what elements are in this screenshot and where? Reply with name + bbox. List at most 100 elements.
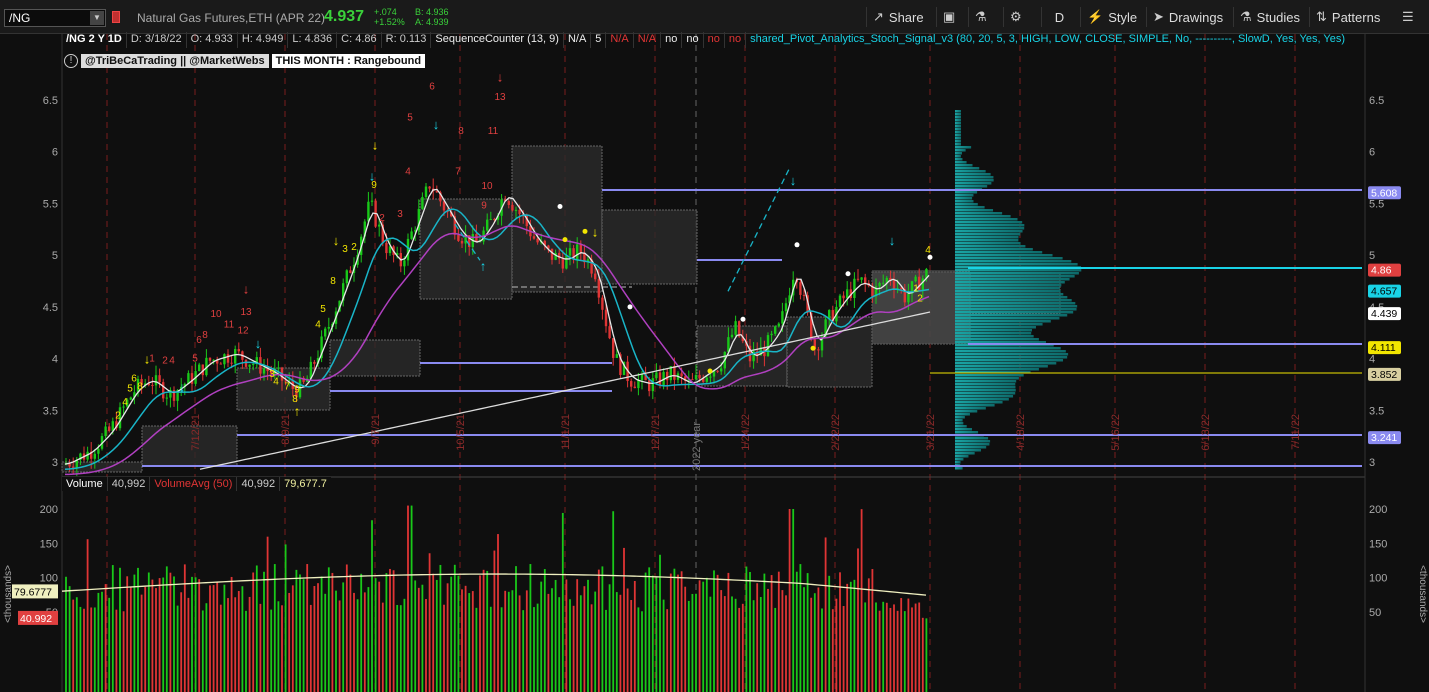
ask-value: A: 4.939	[415, 17, 449, 27]
volume-bar	[821, 608, 823, 692]
patterns-button[interactable]: ⇅ Patterns	[1309, 7, 1386, 27]
candle-body	[162, 382, 165, 399]
volume-bar	[709, 596, 712, 692]
volume-bar	[630, 600, 633, 692]
volume-bar	[641, 611, 643, 692]
profile-bar	[955, 269, 1082, 272]
counter-number: 6	[429, 82, 435, 93]
candle-body	[777, 323, 780, 327]
profile-bar	[955, 323, 1043, 326]
candle-body	[378, 224, 381, 227]
volume-bar	[817, 587, 820, 692]
volume-bar	[626, 588, 629, 692]
volume-bar	[425, 599, 427, 692]
study-value: no	[704, 32, 725, 48]
symbol-dropdown-icon[interactable]: ▼	[90, 11, 104, 25]
lab-button[interactable]: ⚗	[968, 7, 993, 27]
profile-bar	[955, 203, 978, 206]
volume-bar	[173, 576, 175, 692]
profile-bar	[955, 467, 963, 470]
volume-bar	[169, 572, 172, 692]
volume-bar	[918, 602, 921, 692]
candle-body	[648, 380, 651, 392]
signal-arrow-icon: ↓	[243, 281, 250, 296]
drawings-label: Drawings	[1168, 9, 1224, 25]
studies-button[interactable]: ⚗ Studies	[1233, 7, 1306, 27]
volume-bar	[835, 598, 838, 692]
volume-bar	[893, 604, 895, 692]
volume-bar	[745, 566, 748, 692]
volume-bar	[824, 537, 827, 692]
price-chart[interactable]: 245681 2 4 56 81011121334 7 984583 22 3945687910…	[0, 34, 1429, 692]
candle-body	[853, 278, 856, 298]
settings-button[interactable]: ⚙	[1003, 7, 1028, 27]
volume-bar	[108, 597, 111, 692]
profile-bar	[955, 236, 1019, 239]
volume-bar	[158, 578, 161, 692]
volume-bar	[421, 584, 424, 692]
volume-bar	[691, 593, 694, 692]
volume-bar	[471, 591, 474, 692]
candle-body	[604, 309, 608, 327]
volume-bar	[356, 599, 359, 692]
profile-bar	[955, 449, 981, 452]
profile-bar	[955, 440, 991, 443]
signal-dot	[627, 304, 633, 310]
profile-bar	[955, 218, 1018, 221]
signal-dot	[562, 237, 568, 243]
volume-bar	[597, 569, 600, 692]
candle-body	[252, 363, 255, 365]
profile-bar	[955, 134, 961, 137]
volume-bar	[828, 575, 831, 692]
candle-body	[601, 297, 604, 310]
volume-bar	[133, 574, 136, 692]
volume-bar	[497, 534, 499, 692]
profile-bar	[955, 182, 992, 185]
volume-bar	[389, 568, 391, 692]
candle-body	[108, 426, 111, 431]
volume-bar	[147, 572, 150, 692]
alert-icon[interactable]	[112, 11, 120, 23]
menu-button[interactable]: ☰	[1396, 7, 1420, 27]
symbol-input[interactable]: /NG ▼	[4, 9, 106, 27]
volume-bar	[93, 607, 96, 692]
left-price-tick: 4.5	[43, 302, 58, 314]
candle-body	[907, 293, 910, 303]
profile-bar	[955, 458, 964, 461]
study-sequence-counter[interactable]: SequenceCounter (13, 9)	[431, 32, 564, 48]
volume-bar	[572, 605, 575, 692]
info-icon[interactable]: !	[64, 54, 78, 68]
candle-body	[367, 201, 370, 222]
candle-body	[518, 209, 521, 214]
volume-bar	[335, 590, 337, 692]
gear-icon: ⚙	[1010, 9, 1022, 24]
volume-bar	[266, 536, 269, 692]
volume-bar	[248, 596, 251, 692]
net-change: +.074 +1.52%	[374, 7, 405, 27]
volume-bar	[738, 607, 741, 692]
volume-bar	[245, 610, 247, 692]
volume-bar	[770, 575, 773, 692]
volume-bar	[223, 584, 226, 692]
volume-bar	[111, 565, 114, 692]
aggregation-button[interactable]: D	[1041, 7, 1077, 27]
profile-bar	[955, 128, 961, 131]
chart-toolbar: /NG ▼ Natural Gas Futures,ETH (APR 22) 4.…	[0, 0, 1429, 34]
study-pivot-analytics[interactable]: shared_Pivot_Analytics_Stoch_Signal_v3 (…	[746, 32, 1349, 48]
share-button[interactable]: ↗ Share	[866, 7, 930, 27]
profile-bar	[955, 224, 1025, 227]
counter-number: 3	[342, 244, 348, 255]
counter-number: 13	[494, 92, 506, 103]
date-tick: 1/24/22	[740, 414, 752, 451]
counter-number: 4	[273, 376, 279, 387]
snapshot-button[interactable]: ▣	[936, 7, 961, 27]
drawings-button[interactable]: ➤ Drawings	[1146, 7, 1229, 27]
volume-bar	[752, 600, 755, 692]
volume-bar	[392, 570, 395, 692]
volume-bar	[720, 590, 723, 692]
profile-bar	[955, 185, 988, 188]
profile-bar	[955, 428, 973, 431]
volume-bar	[306, 564, 309, 692]
style-button[interactable]: ⚡ Style	[1080, 7, 1143, 27]
counter-number: 2	[162, 356, 168, 367]
